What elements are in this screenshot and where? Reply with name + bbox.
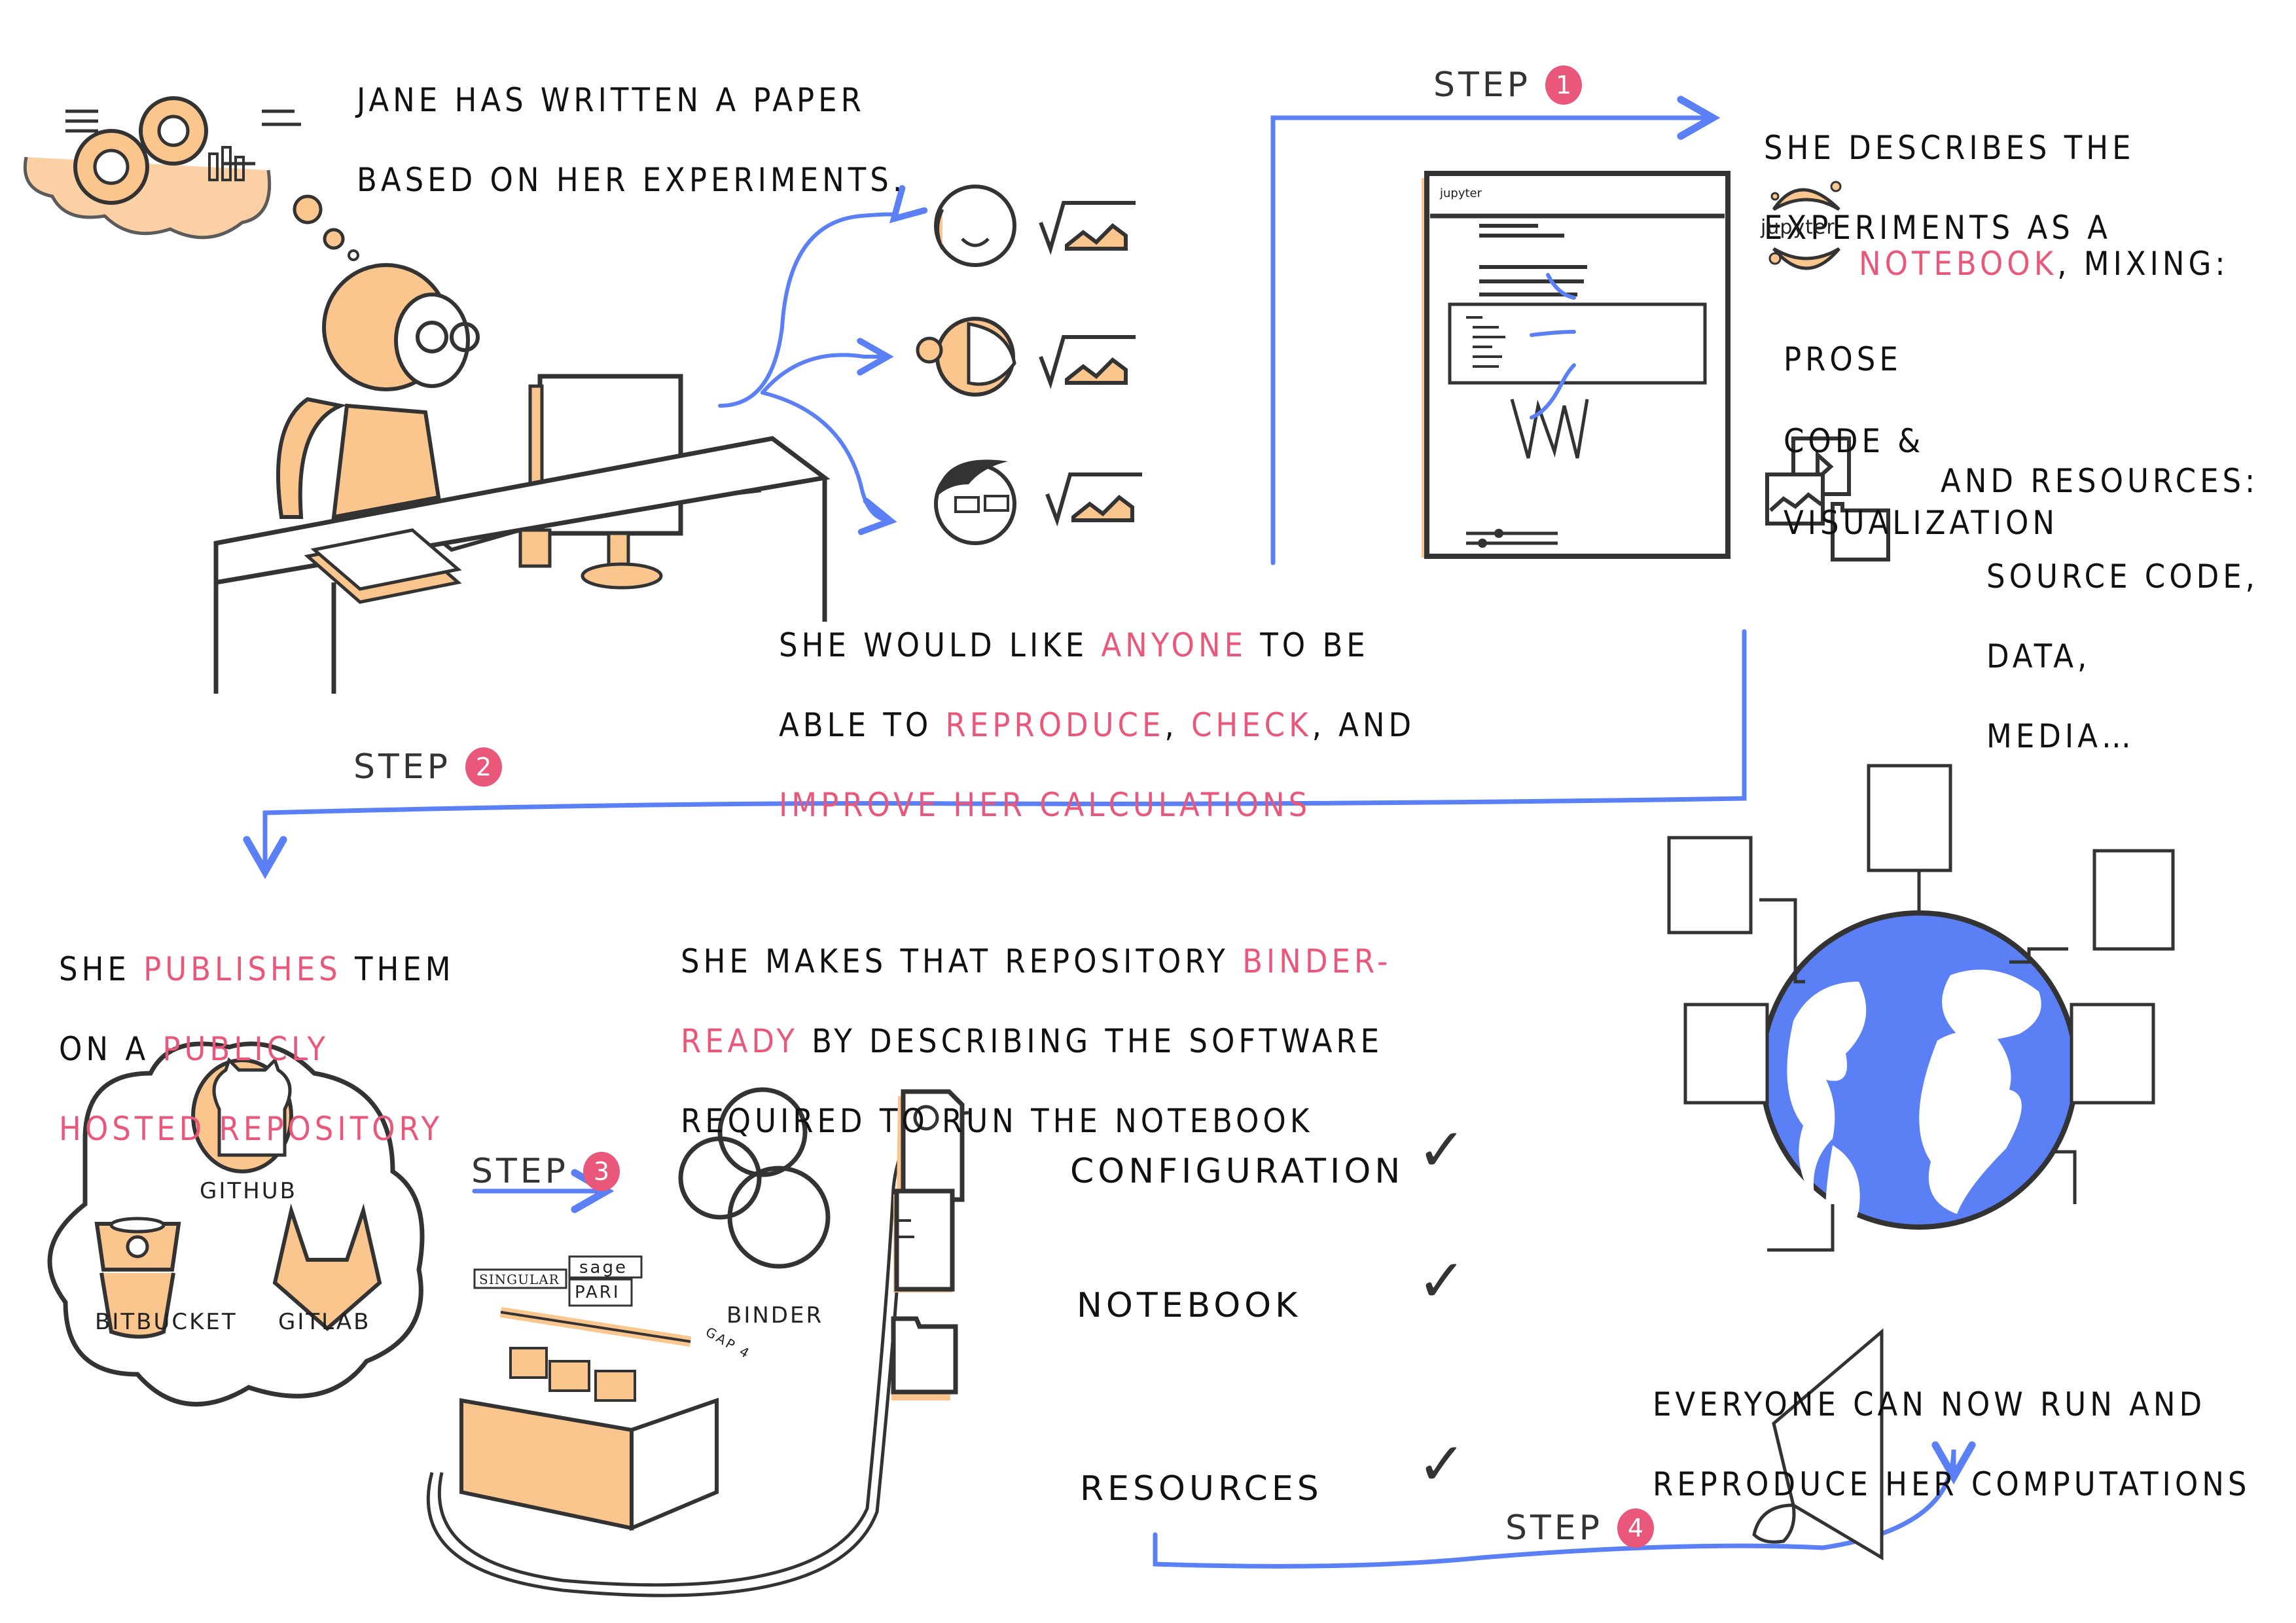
result-line-2: REPRODUCE HER COMPUTATIONS — [1653, 1465, 2251, 1503]
step3-l3: REQUIRED TO RUN THE NOTEBOOK — [681, 1102, 1314, 1140]
computation-icon — [2070, 1003, 2155, 1105]
intro-text: JANE HAS WRITTEN A PAPER BASED ON HER EX… — [357, 41, 906, 240]
step-2-text: STEP — [353, 747, 451, 787]
globe-network — [1667, 764, 2175, 1270]
computation-icon — [1667, 836, 1753, 935]
step-4-text: STEP — [1505, 1508, 1603, 1548]
check-icon: ✓ — [1417, 1116, 1467, 1185]
readers — [916, 185, 1142, 545]
singular-sign-text: SINGULAR — [479, 1272, 560, 1287]
goal-text: SHE WOULD LIKE ANYONE TO BE ABLE TO REPR… — [779, 586, 1415, 865]
github-label: GITHUB — [200, 1178, 297, 1204]
goal-l1c: TO BE — [1247, 626, 1369, 664]
goal-l2a: ABLE TO — [779, 706, 946, 744]
goal-reproduce: REPRODUCE — [945, 706, 1165, 744]
step1-line-1: SHE DESCRIBES THE — [1764, 129, 2135, 167]
step-3-badge: 3 — [583, 1152, 620, 1191]
folder-braces-icon — [891, 1316, 958, 1395]
step-4-label: STEP 4 — [1505, 1508, 1654, 1548]
intro-line-2: BASED ON HER EXPERIMENTS. — [357, 161, 906, 199]
reader-1 — [934, 185, 1016, 267]
notebook-word: NOTEBOOK — [1859, 245, 2058, 283]
step3-description: SHE MAKES THAT REPOSITORY BINDER- READY … — [681, 902, 1391, 1181]
resource-media: MEDIA… — [1986, 717, 2135, 755]
computation-icon — [1683, 1003, 1769, 1105]
step-1-badge: 1 — [1545, 65, 1582, 105]
step2-l1c: THEM — [341, 950, 455, 988]
step-1-label: STEP 1 — [1433, 65, 1582, 105]
gitlab-label: GITLAB — [278, 1309, 371, 1335]
part-prose: PROSE — [1784, 340, 1902, 378]
mixing-word: , MIXING: — [2057, 245, 2229, 283]
step-1-text: STEP — [1433, 65, 1531, 105]
reader-2 — [916, 317, 1016, 397]
step1-notebook-line: NOTEBOOK, MIXING: — [1859, 204, 2229, 284]
checklist-configuration: CONFIGURATION — [1070, 1152, 1405, 1191]
hosted-repository: HOSTED REPOSITORY — [59, 1110, 444, 1148]
check-icon: ✓ — [1417, 1430, 1467, 1499]
publicly-word: PUBLICLY — [162, 1030, 329, 1068]
step-2-label: STEP 2 — [353, 747, 502, 787]
goal-anyone: ANYONE — [1101, 626, 1247, 664]
step-3-label: STEP 3 — [471, 1152, 620, 1191]
step3-l1a: SHE MAKES THAT REPOSITORY — [681, 942, 1243, 980]
pari-sign-text: PARI — [575, 1283, 620, 1302]
reader-3 — [934, 459, 1016, 545]
goal-improve: IMPROVE HER CALCULATIONS — [779, 786, 1312, 824]
step2-l1a: SHE — [59, 950, 144, 988]
jupyter-logo-text: jupyter — [1761, 216, 1835, 239]
jane-at-desk-illustration — [213, 263, 831, 694]
step-4-badge: 4 — [1617, 1508, 1654, 1548]
resource-source-code: SOURCE CODE, — [1986, 558, 2259, 596]
binder-label: BINDER — [726, 1302, 824, 1329]
step3-l2b: BY DESCRIBING THE SOFTWARE — [798, 1022, 1384, 1060]
step-3-text: STEP — [471, 1152, 569, 1191]
coffee-mug — [518, 528, 552, 568]
ready-word: READY — [681, 1022, 798, 1060]
resources-heading: AND RESOURCES: — [1941, 462, 2259, 500]
goal-check: CHECK — [1191, 706, 1312, 744]
resources-list: SOURCE CODE, DATA, MEDIA… — [1986, 517, 2259, 796]
notebook-icon — [894, 1188, 955, 1292]
binder-word: BINDER- — [1242, 942, 1392, 980]
goal-l1a: SHE WOULD LIKE — [779, 626, 1102, 664]
goal-l2e: , AND — [1312, 706, 1416, 744]
intro-line-1: JANE HAS WRITTEN A PAPER — [357, 81, 865, 119]
result-line-1: EVERYONE CAN NOW RUN AND — [1653, 1385, 2206, 1423]
checklist-resources: RESOURCES — [1080, 1469, 1323, 1508]
check-icon: ✓ — [1417, 1247, 1467, 1315]
computation-icon — [1867, 764, 1952, 872]
part-code: CODE & — [1784, 421, 1925, 460]
publishes-word: PUBLISHES — [143, 950, 342, 988]
computation-icon — [2092, 849, 2175, 951]
thought-cloud — [23, 96, 359, 261]
resource-data: DATA, — [1986, 637, 2091, 675]
notebook-mock-header: jupyter — [1440, 187, 1482, 200]
sage-sign-text: sage — [579, 1258, 628, 1277]
checklist-notebook: NOTEBOOK — [1077, 1286, 1302, 1325]
result-text: EVERYONE CAN NOW RUN AND REPRODUCE HER C… — [1653, 1345, 2250, 1544]
step2-description: SHE PUBLISHES THEM ON A PUBLICLY HOSTED … — [59, 910, 455, 1189]
computation-icon — [1039, 201, 1142, 527]
bitbucket-label: BITBUCKET — [95, 1309, 238, 1335]
step2-l2a: ON A — [59, 1030, 163, 1068]
step-2-badge: 2 — [465, 747, 502, 787]
goal-l2c: , — [1164, 706, 1191, 744]
